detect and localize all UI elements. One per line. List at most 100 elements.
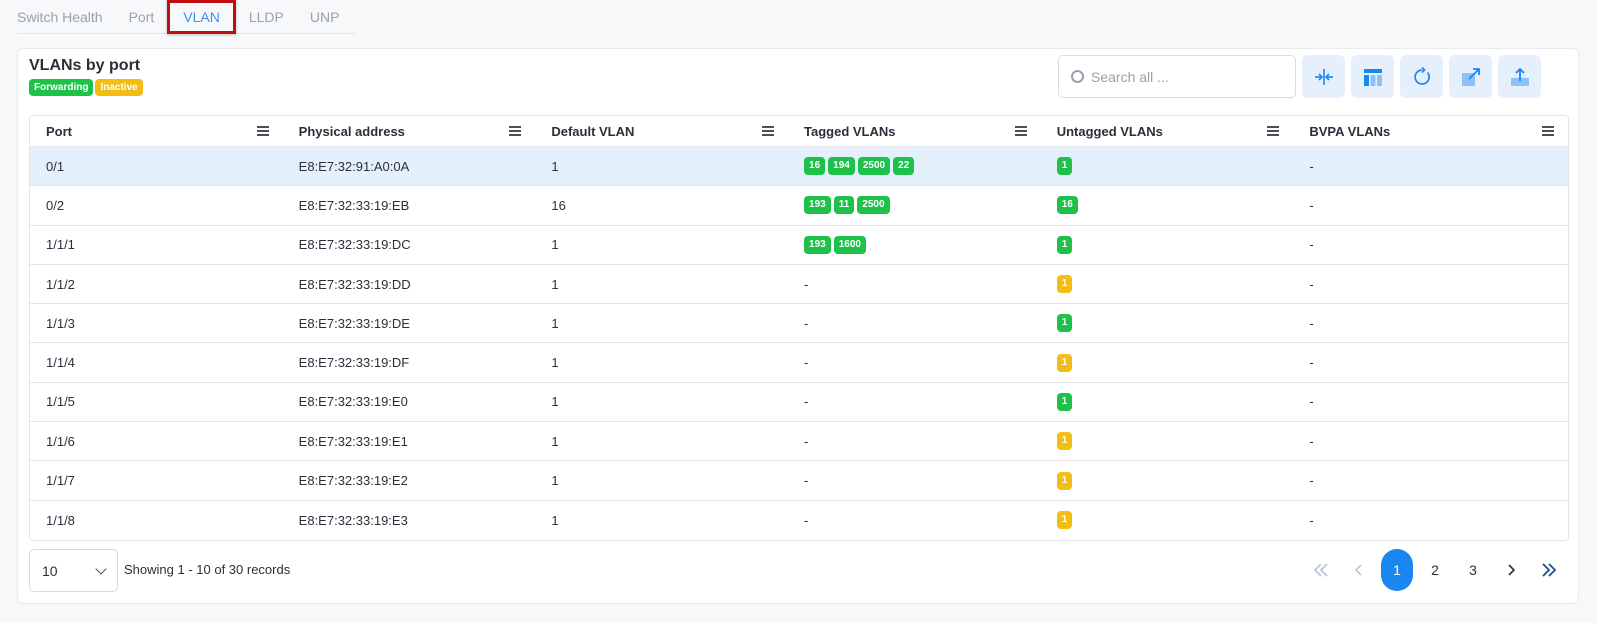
- tab-switch-health[interactable]: Switch Health: [17, 2, 116, 32]
- column-menu-icon[interactable]: [762, 126, 775, 136]
- port-value: 1/1/5: [46, 394, 75, 410]
- port-value: 1/1/4: [46, 355, 75, 371]
- untagged-vlan-badge: 1: [1056, 314, 1073, 333]
- table-row[interactable]: 0/2 E8:E7:32:33:19:EB 16 193 11 2500 16 -: [30, 186, 1568, 226]
- next-page-button[interactable]: [1492, 549, 1530, 591]
- search-icon: [1071, 70, 1084, 83]
- cell-default-vlan: 1: [535, 237, 788, 252]
- table-row[interactable]: 1/1/1 E8:E7:32:33:19:DC 1 193 1600 1 -: [30, 226, 1568, 265]
- page-size-select[interactable]: 10: [29, 549, 118, 592]
- untagged-vlan-badge: 1: [1056, 353, 1073, 372]
- mac-value: E8:E7:32:33:19:DD: [298, 276, 411, 292]
- expand-button[interactable]: [1449, 55, 1492, 98]
- cell-default-vlan: 1: [535, 277, 788, 292]
- page-button-3[interactable]: 3: [1454, 549, 1492, 591]
- cell-bvpa-vlans: -: [1293, 159, 1568, 174]
- port-value: 0/2: [46, 197, 65, 213]
- untagged-vlan-badge: 1: [1056, 235, 1073, 254]
- cell-bvpa-vlans: -: [1293, 394, 1568, 409]
- cell-physical-address: E8:E7:32:33:19:DE: [283, 316, 536, 331]
- mac-value: E8:E7:32:33:19:DF: [298, 355, 410, 371]
- column-menu-icon[interactable]: [1267, 126, 1280, 136]
- mac-value: E8:E7:32:33:19:DC: [298, 237, 411, 253]
- table-row[interactable]: 1/1/8 E8:E7:32:33:19:E3 1 - 1 -: [30, 501, 1568, 540]
- tab-port[interactable]: Port: [116, 2, 168, 32]
- legend-inactive: Inactive: [95, 79, 143, 96]
- export-icon: [1510, 67, 1529, 86]
- page-button-1[interactable]: 1: [1381, 549, 1413, 591]
- col-bvpa-vlans[interactable]: BVPA VLANs: [1293, 116, 1568, 146]
- untagged-vlan-badge: 1: [1056, 157, 1073, 176]
- port-value: 1/1/7: [46, 473, 75, 489]
- cell-untagged-vlans: 1: [1041, 275, 1294, 294]
- default-vlan-value: 1: [551, 315, 559, 331]
- col-port[interactable]: Port: [30, 116, 283, 146]
- tab-unp[interactable]: UNP: [297, 2, 353, 32]
- default-vlan-value: 1: [551, 433, 559, 449]
- column-menu-icon[interactable]: [256, 126, 269, 136]
- untagged-vlan-badge: 1: [1056, 275, 1073, 294]
- table-row[interactable]: 1/1/4 E8:E7:32:33:19:DF 1 - 1 -: [30, 343, 1568, 383]
- table-header: Port Physical address Default VLAN Tagge…: [30, 116, 1568, 147]
- cell-tagged-vlans: -: [788, 394, 1041, 409]
- vlans-card: VLANs by port Forwarding Inactive Port P…: [17, 48, 1579, 604]
- untagged-vlan-badge: 16: [1056, 196, 1078, 215]
- cell-tagged-vlans: -: [788, 473, 1041, 488]
- cell-physical-address: E8:E7:32:33:19:DD: [283, 277, 536, 292]
- columns-button[interactable]: [1351, 55, 1394, 98]
- port-value: 1/1/3: [46, 315, 75, 331]
- search-input[interactable]: [1091, 68, 1281, 85]
- cell-port: 1/1/5: [30, 394, 283, 409]
- table-row[interactable]: 1/1/3 E8:E7:32:33:19:DE 1 - 1 -: [30, 304, 1568, 344]
- cell-bvpa-vlans: -: [1293, 473, 1568, 488]
- table-row[interactable]: 1/1/7 E8:E7:32:33:19:E2 1 - 1 -: [30, 461, 1568, 501]
- default-vlan-value: 1: [551, 355, 559, 371]
- column-menu-icon[interactable]: [1014, 126, 1027, 136]
- untagged-vlan-badge: 1: [1056, 511, 1073, 530]
- tagged-vlan-badge: 194: [828, 157, 855, 176]
- cell-tagged-vlans: -: [788, 277, 1041, 292]
- refresh-button[interactable]: [1400, 55, 1443, 98]
- table-row[interactable]: 1/1/5 E8:E7:32:33:19:E0 1 - 1 -: [30, 383, 1568, 423]
- tab-vlan[interactable]: VLAN: [167, 0, 236, 34]
- collapse-button[interactable]: [1302, 55, 1345, 98]
- tab-lldp[interactable]: LLDP: [236, 2, 297, 32]
- bvpa-value: -: [1309, 158, 1314, 174]
- table-row[interactable]: 0/1 E8:E7:32:91:A0:0A 1 16 194 2500 22 1 -: [30, 147, 1568, 187]
- cell-default-vlan: 1: [535, 394, 788, 409]
- cell-port: 0/2: [30, 198, 283, 213]
- col-physical-address[interactable]: Physical address: [283, 116, 536, 146]
- chevron-down-icon: [95, 562, 107, 575]
- empty-value: -: [804, 355, 809, 371]
- export-button[interactable]: [1498, 55, 1541, 98]
- col-tagged-vlans[interactable]: Tagged VLANs: [788, 116, 1041, 146]
- first-page-button[interactable]: [1302, 549, 1340, 591]
- mac-value: E8:E7:32:33:19:E2: [298, 473, 408, 489]
- cell-untagged-vlans: 1: [1041, 392, 1294, 411]
- port-value: 1/1/6: [46, 433, 75, 449]
- col-untagged-vlans[interactable]: Untagged VLANs: [1041, 116, 1294, 146]
- page-button-2[interactable]: 2: [1416, 549, 1454, 591]
- mac-value: E8:E7:32:33:19:E1: [298, 433, 408, 449]
- expand-icon: [1461, 67, 1480, 86]
- cell-default-vlan: 1: [535, 316, 788, 331]
- search-box[interactable]: [1058, 55, 1296, 98]
- top-tabs: Switch Health Port VLAN LLDP UNP: [17, 0, 357, 34]
- cell-bvpa-vlans: -: [1293, 237, 1568, 252]
- table-row[interactable]: 1/1/6 E8:E7:32:33:19:E1 1 - 1 -: [30, 422, 1568, 462]
- cell-physical-address: E8:E7:32:33:19:E0: [283, 394, 536, 409]
- col-default-vlan[interactable]: Default VLAN: [535, 116, 788, 146]
- vlan-table: Port Physical address Default VLAN Tagge…: [29, 115, 1569, 541]
- empty-value: -: [804, 394, 809, 410]
- bvpa-value: -: [1309, 433, 1314, 449]
- prev-page-button[interactable]: [1340, 549, 1378, 591]
- tagged-vlan-badge: 193: [804, 196, 831, 215]
- table-row[interactable]: 1/1/2 E8:E7:32:33:19:DD 1 - 1 -: [30, 265, 1568, 305]
- last-page-button[interactable]: [1530, 549, 1568, 591]
- column-menu-icon[interactable]: [509, 126, 522, 136]
- column-menu-icon[interactable]: [1542, 126, 1554, 136]
- cell-untagged-vlans: 1: [1041, 157, 1294, 176]
- default-vlan-value: 1: [551, 473, 559, 489]
- bvpa-value: -: [1309, 473, 1314, 489]
- cell-untagged-vlans: 1: [1041, 511, 1294, 530]
